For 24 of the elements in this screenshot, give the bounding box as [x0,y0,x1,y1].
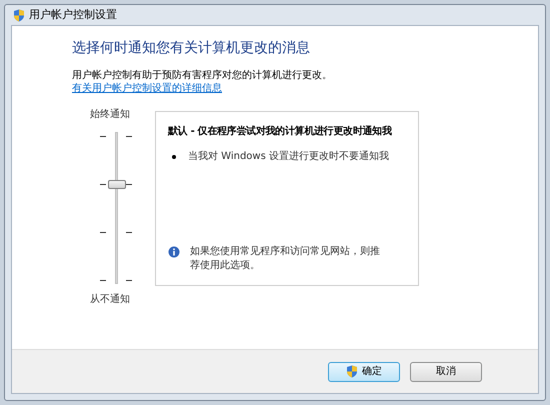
slider-thumb[interactable] [108,180,126,189]
slider-top-label: 始终通知 [90,108,130,122]
tick-mark [100,280,106,281]
shield-icon [346,365,358,378]
info-text: 如果您使用常见程序和访问常见网站，则推荐使用此选项。 [190,245,380,273]
tick-mark [126,184,132,185]
tick-mark [126,280,132,281]
shield-icon [13,8,25,22]
panel-title: 默认 - 仅在程序尝试对我的计算机进行更改时通知我 [168,124,393,139]
info-icon [168,246,180,258]
tick-mark [126,232,132,233]
cancel-button[interactable]: 取消 [410,362,482,382]
description-text: 用户帐户控制有助于预防有害程序对您的计算机进行更改。 [72,69,333,82]
tick-mark [100,232,106,233]
window-title: 用户帐户控制设置 [29,6,117,23]
tick-mark [126,136,132,137]
bullet-icon [172,154,176,158]
details-link[interactable]: 有关用户帐户控制设置的详细信息 [72,82,222,95]
slider-bottom-label: 从不通知 [90,292,130,307]
page-heading: 选择何时通知您有关计算机更改的消息 [72,39,311,58]
bullet-text: 当我对 Windows 设置进行更改时不要通知我 [188,150,389,164]
tick-mark [100,184,106,185]
ok-button[interactable]: 确定 [328,362,400,382]
tick-mark [100,136,106,137]
